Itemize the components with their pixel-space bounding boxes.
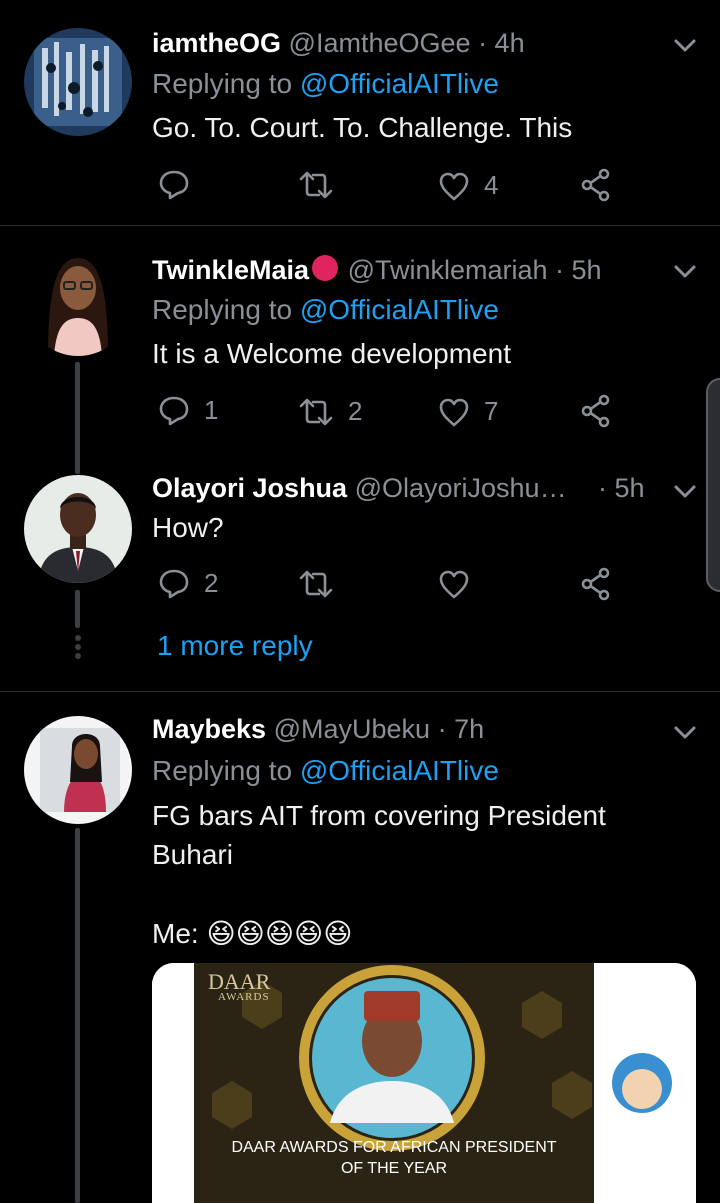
tweet-header: TwinkleMaia @Twinklemariah · 5h [152,253,602,286]
heart-icon [439,570,469,599]
tweet-text-me: Me: [152,918,199,949]
tweet-time: · 7h [437,714,485,744]
like-button[interactable]: 7 [438,396,498,427]
display-name[interactable]: Maybeks [152,714,266,744]
tweet-text-line: FG bars AIT from covering President [152,800,606,831]
user-handle[interactable]: @MayUbeku [274,714,430,744]
like-button[interactable]: 4 [438,170,498,201]
media-caption-line1: DAAR AWARDS FOR AFRICAN PRESIDENT [231,1139,557,1156]
reply-button[interactable]: 2 [158,567,218,599]
display-name[interactable]: TwinkleMaia [152,255,309,285]
retweet-icon [299,398,333,425]
replying-prefix: Replying to [152,755,293,786]
reply-button[interactable]: 1 [158,394,218,426]
tweet-text-line: Me: 😆😆😆😆😆 [152,914,352,953]
heart-icon [439,398,469,426]
replying-to: Replying to @OfficialAITlive [152,755,499,787]
tweet-media-image[interactable]: DAAR AWARDS DAAR AWARDS FOR AFRICAN PRES… [152,963,696,1203]
like-button[interactable] [438,569,484,599]
thread-connector [75,828,80,1203]
retweet-icon [299,171,333,199]
replying-handle-link[interactable]: @OfficialAITlive [300,294,499,325]
share-icon [581,394,610,428]
chevron-down-icon[interactable] [672,723,698,743]
chevron-down-icon[interactable] [672,262,698,282]
user-handle[interactable]: @OlayoriJoshu… [355,473,567,503]
more-replies-link[interactable]: 1 more reply [157,630,313,662]
retweet-button[interactable]: 2 [298,396,362,427]
thread-connector [75,590,80,628]
chevron-down-icon[interactable] [672,36,698,56]
thread-connector [75,362,80,474]
replying-to: Replying to @OfficialAITlive [152,294,499,326]
display-name[interactable]: Olayori Joshua [152,473,347,503]
replying-to: Replying to @OfficialAITlive [152,68,499,100]
divider [0,225,720,226]
reply-count: 1 [204,394,219,425]
like-count: 7 [484,396,499,426]
heart-icon [439,172,469,200]
divider [0,691,720,692]
avatar-iamtheog[interactable] [24,28,132,136]
like-count: 4 [484,170,499,200]
tweet-header: Olayori Joshua @OlayoriJoshu… [152,473,567,504]
user-handle[interactable]: @IamtheOGee [289,28,471,58]
user-handle[interactable]: @Twinklemariah [348,255,548,285]
reply-button[interactable] [158,168,204,200]
tweet-text: Go. To. Court. To. Challenge. This [152,112,573,143]
retweet-icon [299,570,333,598]
media-caption-line2: OF THE YEAR [340,1160,448,1177]
media-caption: DAAR AWARDS FOR AFRICAN PRESIDENT OF THE… [194,1137,594,1179]
thread-ellipsis [73,634,83,665]
tweet-time: · 5h [598,473,645,503]
tweet-text-line: Buhari [152,839,233,870]
tweet-header: Maybeks @MayUbeku · 7h [152,714,484,745]
tweet-text: It is a Welcome development [152,338,511,369]
tweet-time: · 4h [478,28,525,58]
share-icon [581,567,610,601]
media-logo-line2: AWARDS [218,991,270,1003]
avatar-maybeks[interactable] [24,716,132,824]
share-button[interactable] [580,394,612,428]
replying-prefix: Replying to [152,68,293,99]
laughing-emojis: 😆😆😆😆😆 [206,917,353,950]
avatar-twinklemaia[interactable] [24,248,132,356]
tweet-text: How? [152,512,224,543]
reply-icon [159,569,189,599]
tweet-header: iamtheOG @IamtheOGee · 4h [152,28,525,59]
replying-prefix: Replying to [152,294,293,325]
retweet-button[interactable] [298,569,348,599]
tweet-time: · 5h [555,255,602,285]
share-icon [581,168,610,202]
share-button[interactable] [580,567,612,601]
chevron-down-icon[interactable] [672,482,698,502]
red-circle-emoji [312,255,339,281]
scrollbar-handle[interactable] [706,378,720,592]
reply-icon [159,170,189,200]
avatar-olayori-joshua[interactable] [24,475,132,583]
replying-handle-link[interactable]: @OfficialAITlive [300,68,499,99]
retweet-count: 2 [348,396,363,426]
replying-handle-link[interactable]: @OfficialAITlive [300,755,499,786]
retweet-button[interactable] [298,170,348,200]
share-button[interactable] [580,168,612,202]
reply-icon [159,396,189,426]
reply-count: 2 [204,567,219,598]
display-name[interactable]: iamtheOG [152,28,281,58]
